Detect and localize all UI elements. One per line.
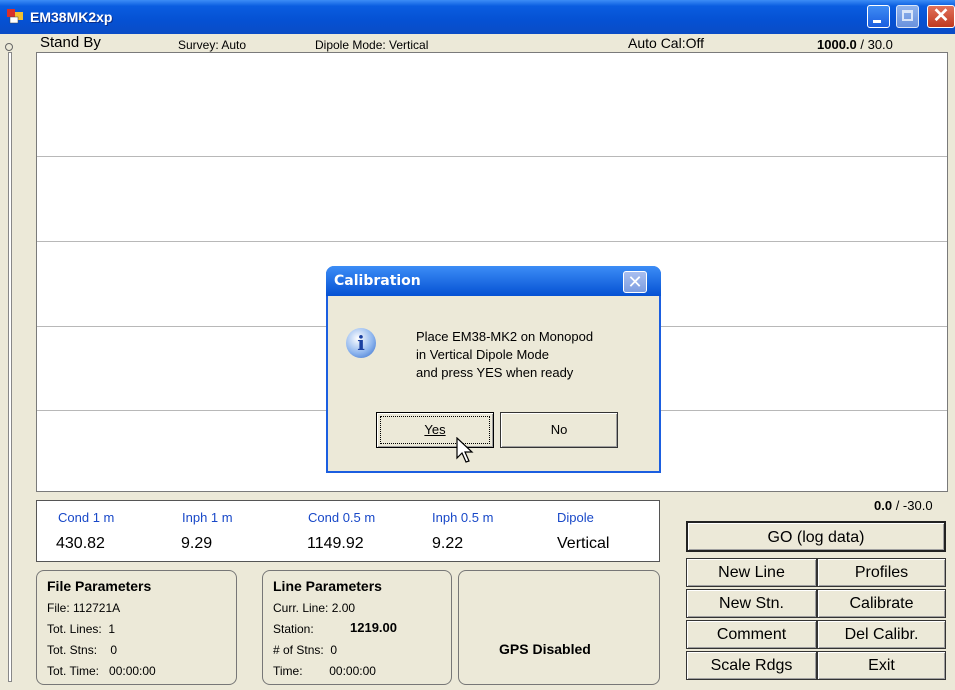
left-vertical-bar[interactable] bbox=[8, 52, 12, 682]
station-value: 1219.00 bbox=[350, 620, 397, 635]
dialog-title: Calibration bbox=[334, 273, 421, 289]
line-parameters-group: Line Parameters Curr. Line: 2.00 Station… bbox=[262, 570, 452, 685]
no-button[interactable]: No bbox=[500, 412, 618, 448]
mouse-cursor-icon bbox=[456, 437, 474, 463]
maximize-icon bbox=[902, 10, 913, 21]
inph-05m-value: 9.22 bbox=[432, 535, 464, 552]
file-parameters-group: File Parameters File: 112721A Tot. Lines… bbox=[36, 570, 237, 685]
bottom-scale: 0.0 / -30.0 bbox=[874, 498, 933, 513]
dialog-close-button[interactable]: ✕ bbox=[623, 271, 647, 293]
dialog-message-line-2: in Vertical Dipole Mode bbox=[416, 347, 549, 362]
go-log-data-button[interactable]: GO (log data) bbox=[686, 521, 946, 552]
calibration-dialog: Calibration ✕ i Place EM38-MK2 on Monopo… bbox=[326, 266, 661, 473]
line-parameters-title: Line Parameters bbox=[273, 578, 382, 594]
total-lines: Tot. Lines: 1 bbox=[47, 622, 116, 636]
maximize-button[interactable] bbox=[896, 5, 919, 28]
profiles-button[interactable]: Profiles bbox=[817, 558, 946, 587]
station-label: Station: bbox=[273, 622, 314, 636]
cond-1m-value: 430.82 bbox=[56, 535, 105, 552]
bottom-scale-max: 0.0 bbox=[874, 498, 893, 513]
no-button-label: No bbox=[550, 422, 568, 437]
cond-05m-label: Cond 0.5 m bbox=[308, 510, 376, 525]
gps-status: GPS Disabled bbox=[499, 641, 591, 657]
dialog-message-line-1: Place EM38-MK2 on Monopod bbox=[416, 329, 594, 344]
status-survey: Survey: Auto bbox=[178, 38, 247, 52]
title-bar[interactable] bbox=[0, 0, 955, 34]
inph-1m-label: Inph 1 m bbox=[182, 510, 233, 525]
dipole-value: Vertical bbox=[557, 535, 610, 552]
close-icon: ✕ bbox=[932, 5, 950, 27]
status-auto-cal: Auto Cal:Off bbox=[628, 35, 705, 51]
left-slider-knob[interactable] bbox=[5, 43, 13, 51]
minimize-icon bbox=[873, 20, 881, 23]
delete-calibration-button[interactable]: Del Calibr. bbox=[817, 620, 946, 649]
dialog-title-bar[interactable]: Calibration ✕ bbox=[326, 266, 661, 296]
status-mode: Stand By bbox=[40, 34, 101, 51]
total-stations: Tot. Stns: 0 bbox=[47, 643, 118, 657]
cond-05m-value: 1149.92 bbox=[307, 535, 364, 552]
number-of-stations: # of Stns: 0 bbox=[273, 643, 338, 657]
calibrate-button[interactable]: Calibrate bbox=[817, 589, 946, 618]
cond-1m-label: Cond 1 m bbox=[58, 510, 115, 525]
scale-readings-button[interactable]: Scale Rdgs bbox=[686, 651, 817, 680]
exit-button[interactable]: Exit bbox=[817, 651, 946, 680]
top-scale-min: / 30.0 bbox=[856, 37, 893, 52]
inph-1m-value: 9.29 bbox=[181, 535, 213, 552]
total-time: Tot. Time: 00:00:00 bbox=[47, 664, 156, 678]
information-icon: i bbox=[346, 328, 376, 358]
close-button[interactable]: ✕ bbox=[927, 5, 955, 28]
yes-button[interactable]: Yes bbox=[376, 412, 494, 448]
top-scale: 1000.0 / 30.0 bbox=[817, 37, 893, 52]
gridline bbox=[37, 241, 947, 242]
readings-panel: Cond 1 m Inph 1 m Cond 0.5 m Inph 0.5 m … bbox=[36, 500, 660, 562]
inph-05m-label: Inph 0.5 m bbox=[432, 510, 494, 525]
dialog-message-line-3: and press YES when ready bbox=[416, 365, 574, 380]
new-line-button[interactable]: New Line bbox=[686, 558, 817, 587]
file-name: File: 112721A bbox=[47, 601, 121, 615]
gps-group: GPS Disabled bbox=[458, 570, 660, 685]
current-line: Curr. Line: 2.00 bbox=[273, 601, 356, 615]
comment-button[interactable]: Comment bbox=[686, 620, 817, 649]
top-scale-max: 1000.0 bbox=[817, 37, 857, 52]
window-title: EM38MK2xp bbox=[30, 9, 113, 25]
new-station-button[interactable]: New Stn. bbox=[686, 589, 817, 618]
minimize-button[interactable] bbox=[867, 5, 890, 28]
file-parameters-title: File Parameters bbox=[47, 578, 152, 594]
dipole-label: Dipole bbox=[557, 510, 594, 525]
gridline bbox=[37, 156, 947, 157]
status-dipole-mode: Dipole Mode: Vertical bbox=[315, 38, 429, 52]
app-icon bbox=[7, 9, 23, 24]
close-icon: ✕ bbox=[627, 272, 643, 292]
line-time: Time: 00:00:00 bbox=[273, 664, 376, 678]
bottom-scale-min: / -30.0 bbox=[892, 498, 933, 513]
